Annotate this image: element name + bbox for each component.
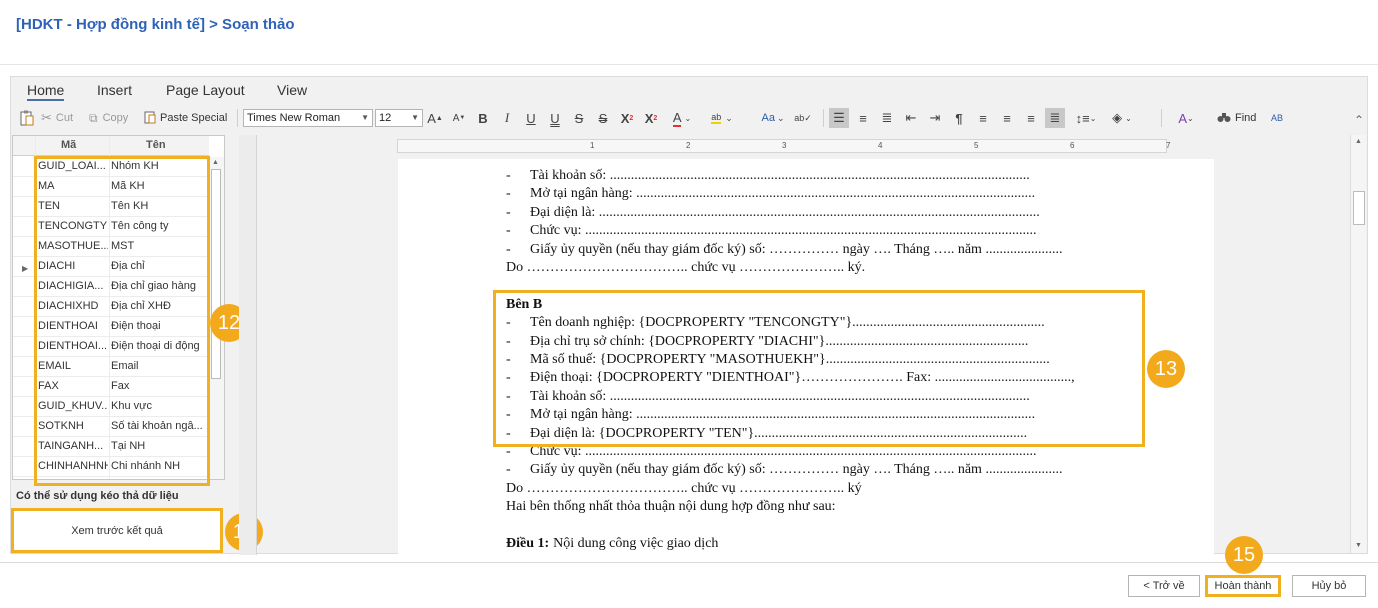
justify-icon[interactable]: ≣ <box>1045 108 1065 128</box>
cancel-button[interactable]: Hủy bỏ <box>1292 575 1366 597</box>
footer-divider <box>0 562 1378 563</box>
ruler-number: 5 <box>974 141 979 150</box>
paste-icon[interactable] <box>17 108 37 128</box>
styles-icon[interactable]: A ⌄ <box>1171 108 1201 128</box>
decrease-indent-icon[interactable]: ⇤ <box>901 108 921 128</box>
copy-icon: ⧉ <box>89 110 98 125</box>
grid-header: Mã Tên <box>13 136 209 156</box>
callout-badge-13: 13 <box>1147 350 1185 388</box>
bullet-list-icon[interactable]: ☰ <box>829 108 849 128</box>
toolbar-separator <box>237 109 238 127</box>
scroll-down-icon[interactable]: ▼ <box>1355 542 1362 549</box>
highlight-icon[interactable]: ab ⌄ <box>703 108 741 128</box>
tab-home[interactable]: Home <box>27 82 65 101</box>
ruler-number: 3 <box>782 141 787 150</box>
line-text: Do …………………………….. chức vụ ………………….. ký <box>506 480 862 496</box>
ruler-number: 2 <box>686 141 691 150</box>
callout-badge-15: 15 <box>1225 536 1263 574</box>
subscript-icon[interactable]: X2 <box>641 108 661 128</box>
ben-b-highlight-box <box>493 290 1145 447</box>
scroll-up-icon[interactable]: ▲ <box>212 159 219 166</box>
bullet-dash: - <box>506 168 511 183</box>
strikethrough-icon[interactable]: S <box>569 108 589 128</box>
line-text: Chức vụ: ...............................… <box>530 223 1037 239</box>
page-title: [HDKT - Hợp đồng kinh tế] > Soạn thảo <box>16 16 295 33</box>
vertical-ruler <box>239 135 257 555</box>
finish-button[interactable]: Hoàn thành <box>1205 575 1281 597</box>
align-right-icon[interactable]: ≡ <box>1021 108 1041 128</box>
column-header-code[interactable]: Mã <box>61 139 76 151</box>
document-scroll-thumb[interactable] <box>1353 191 1365 225</box>
toolbar-separator <box>823 109 824 127</box>
line-text: Mở tại ngân hàng: ......................… <box>530 186 1036 202</box>
tab-page-layout[interactable]: Page Layout <box>166 82 245 98</box>
binoculars-icon <box>1217 111 1231 126</box>
font-color-icon[interactable]: A ⌄ <box>667 108 697 128</box>
bullet-dash: - <box>506 204 511 220</box>
chevron-down-icon: ▼ <box>411 113 419 122</box>
italic-icon[interactable]: I <box>497 108 517 128</box>
article-text: Nội dung công việc giao dịch <box>553 536 719 551</box>
ruler-number: 6 <box>1070 141 1075 150</box>
grow-font-icon[interactable]: A ▲ <box>425 108 445 128</box>
preview-result-button[interactable]: Xem trước kết quả <box>11 508 223 553</box>
shrink-font-icon[interactable]: A ▼ <box>449 108 469 128</box>
line-text: Đại diện là: ...........................… <box>530 204 1040 220</box>
superscript-icon[interactable]: X2 <box>617 108 637 128</box>
bullet-dash: - <box>506 241 511 257</box>
editor-panel: Home Insert Page Layout View ⌃ ✂ Cut ⧉ C… <box>10 76 1368 555</box>
cut-icon: ✂ <box>41 110 52 125</box>
increase-indent-icon[interactable]: ⇥ <box>925 108 945 128</box>
ruler-number: 4 <box>878 141 883 150</box>
article-heading: Điều 1: <box>506 536 550 551</box>
paste-special-icon <box>144 110 156 127</box>
line-text: Hai bên thống nhất thỏa thuận nội dung h… <box>506 499 836 515</box>
chevron-down-icon: ▼ <box>361 113 369 122</box>
bullet-dash: - <box>506 223 511 239</box>
cut-button[interactable]: ✂ Cut <box>41 108 73 128</box>
title-divider <box>0 64 1378 65</box>
tab-insert[interactable]: Insert <box>97 82 132 98</box>
current-row-indicator-icon: ▶ <box>22 264 29 273</box>
line-text: Điều 1: Nội dung công việc giao dịch <box>506 536 718 552</box>
line-text: Do …………………………….. chức vụ ………………….. ký. <box>506 260 866 275</box>
collapse-ribbon-icon[interactable]: ⌃ <box>1354 113 1364 127</box>
shading-icon[interactable]: ◈ ⌄ <box>1105 108 1139 128</box>
clear-format-icon[interactable]: ab✓ <box>793 108 813 128</box>
bullet-dash: - <box>506 462 511 478</box>
ruler-number: 1 <box>590 141 595 150</box>
align-center-icon[interactable]: ≡ <box>997 108 1017 128</box>
line-text: Tài khoản số: ..........................… <box>530 168 1030 183</box>
grid-scroll-thumb[interactable] <box>211 169 221 379</box>
toolbar-separator <box>1161 109 1162 127</box>
numbered-list-icon[interactable]: ≡ <box>853 108 873 128</box>
tab-view[interactable]: View <box>277 82 307 98</box>
line-text: Giấy ủy quyền (nếu thay giám đốc ký) số:… <box>530 241 1063 257</box>
paste-special-button[interactable]: Paste Special <box>144 108 227 128</box>
change-case-icon[interactable]: Aa ⌄ <box>758 108 788 128</box>
drag-hint-label: Có thể sử dụng kéo thả dữ liệu <box>16 490 179 502</box>
font-name-select[interactable]: Times New Roman ▼ <box>243 109 373 127</box>
show-paragraph-icon[interactable]: ¶ <box>949 108 969 128</box>
scroll-up-icon[interactable]: ▲ <box>1355 138 1362 145</box>
fields-highlight-box <box>34 156 210 486</box>
bold-icon[interactable]: B <box>473 108 493 128</box>
double-underline-icon[interactable]: U <box>545 108 565 128</box>
find-button[interactable]: Find <box>1217 108 1256 128</box>
double-strikethrough-icon[interactable]: S <box>593 108 613 128</box>
multilevel-list-icon[interactable]: ≣ <box>877 108 897 128</box>
horizontal-ruler[interactable]: 1 2 3 4 5 6 7 <box>397 139 1171 153</box>
replace-icon[interactable]: AB <box>1267 108 1287 128</box>
ruler-number: 7 <box>1166 141 1171 150</box>
copy-button[interactable]: ⧉ Copy <box>89 108 128 128</box>
underline-icon[interactable]: U <box>521 108 541 128</box>
line-spacing-icon[interactable]: ↕≡ ⌄ <box>1071 108 1101 128</box>
document-scrollbar[interactable]: ▲ ▼ <box>1350 135 1366 553</box>
column-header-name[interactable]: Tên <box>146 139 166 151</box>
line-text: Giấy ủy quyền (nếu thay giám đốc ký) số:… <box>530 462 1063 478</box>
back-button[interactable]: < Trở về <box>1128 575 1200 597</box>
font-size-select[interactable]: 12 ▼ <box>375 109 423 127</box>
bullet-dash: - <box>506 186 511 202</box>
align-left-icon[interactable]: ≡ <box>973 108 993 128</box>
